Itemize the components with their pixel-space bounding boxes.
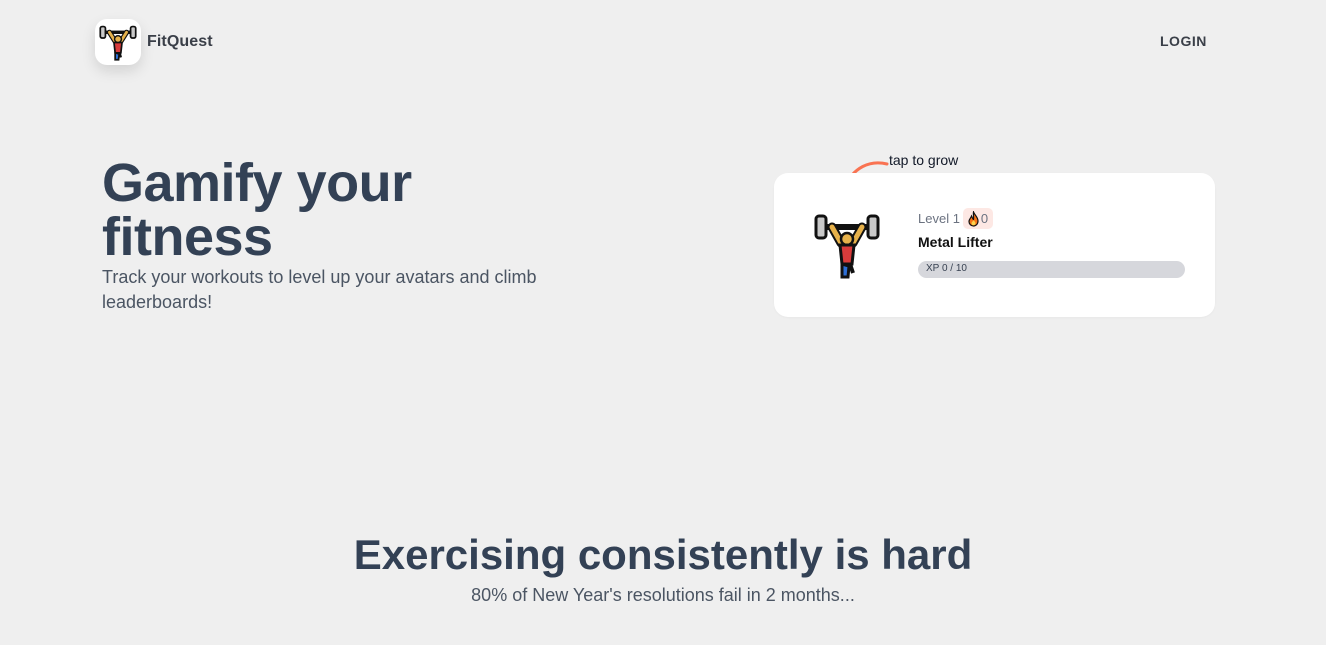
hint-text: tap to grow [889,152,959,168]
logo[interactable] [95,19,141,65]
level-row: Level 1 0 [918,208,994,229]
xp-text: XP 0 / 10 [926,263,967,274]
streak-count: 0 [980,211,989,226]
avatar-name: Metal Lifter [918,234,993,250]
weightlifter-icon [99,25,137,61]
section-subtitle: 80% of New Year's resolutions fail in 2 … [471,585,855,605]
fire-icon [968,210,979,227]
weightlifter-icon [814,214,880,279]
login-link[interactable]: LOGIN [1160,33,1207,49]
brand-name[interactable]: FitQuest [147,33,213,51]
level-label: Level 1 [918,211,960,226]
avatar-card[interactable]: Level 1 0 Metal Lifter XP 0 / 10 [774,173,1215,317]
xp-progress-bar: XP 0 / 10 [918,261,1185,278]
hero-title: Gamify your fitness [102,153,412,267]
streak-badge: 0 [962,208,994,229]
section-title: Exercising consistently is hard [353,531,973,578]
hero-subtitle: Track your workouts to level up your ava… [102,267,537,312]
avatar-figure[interactable] [812,210,882,280]
